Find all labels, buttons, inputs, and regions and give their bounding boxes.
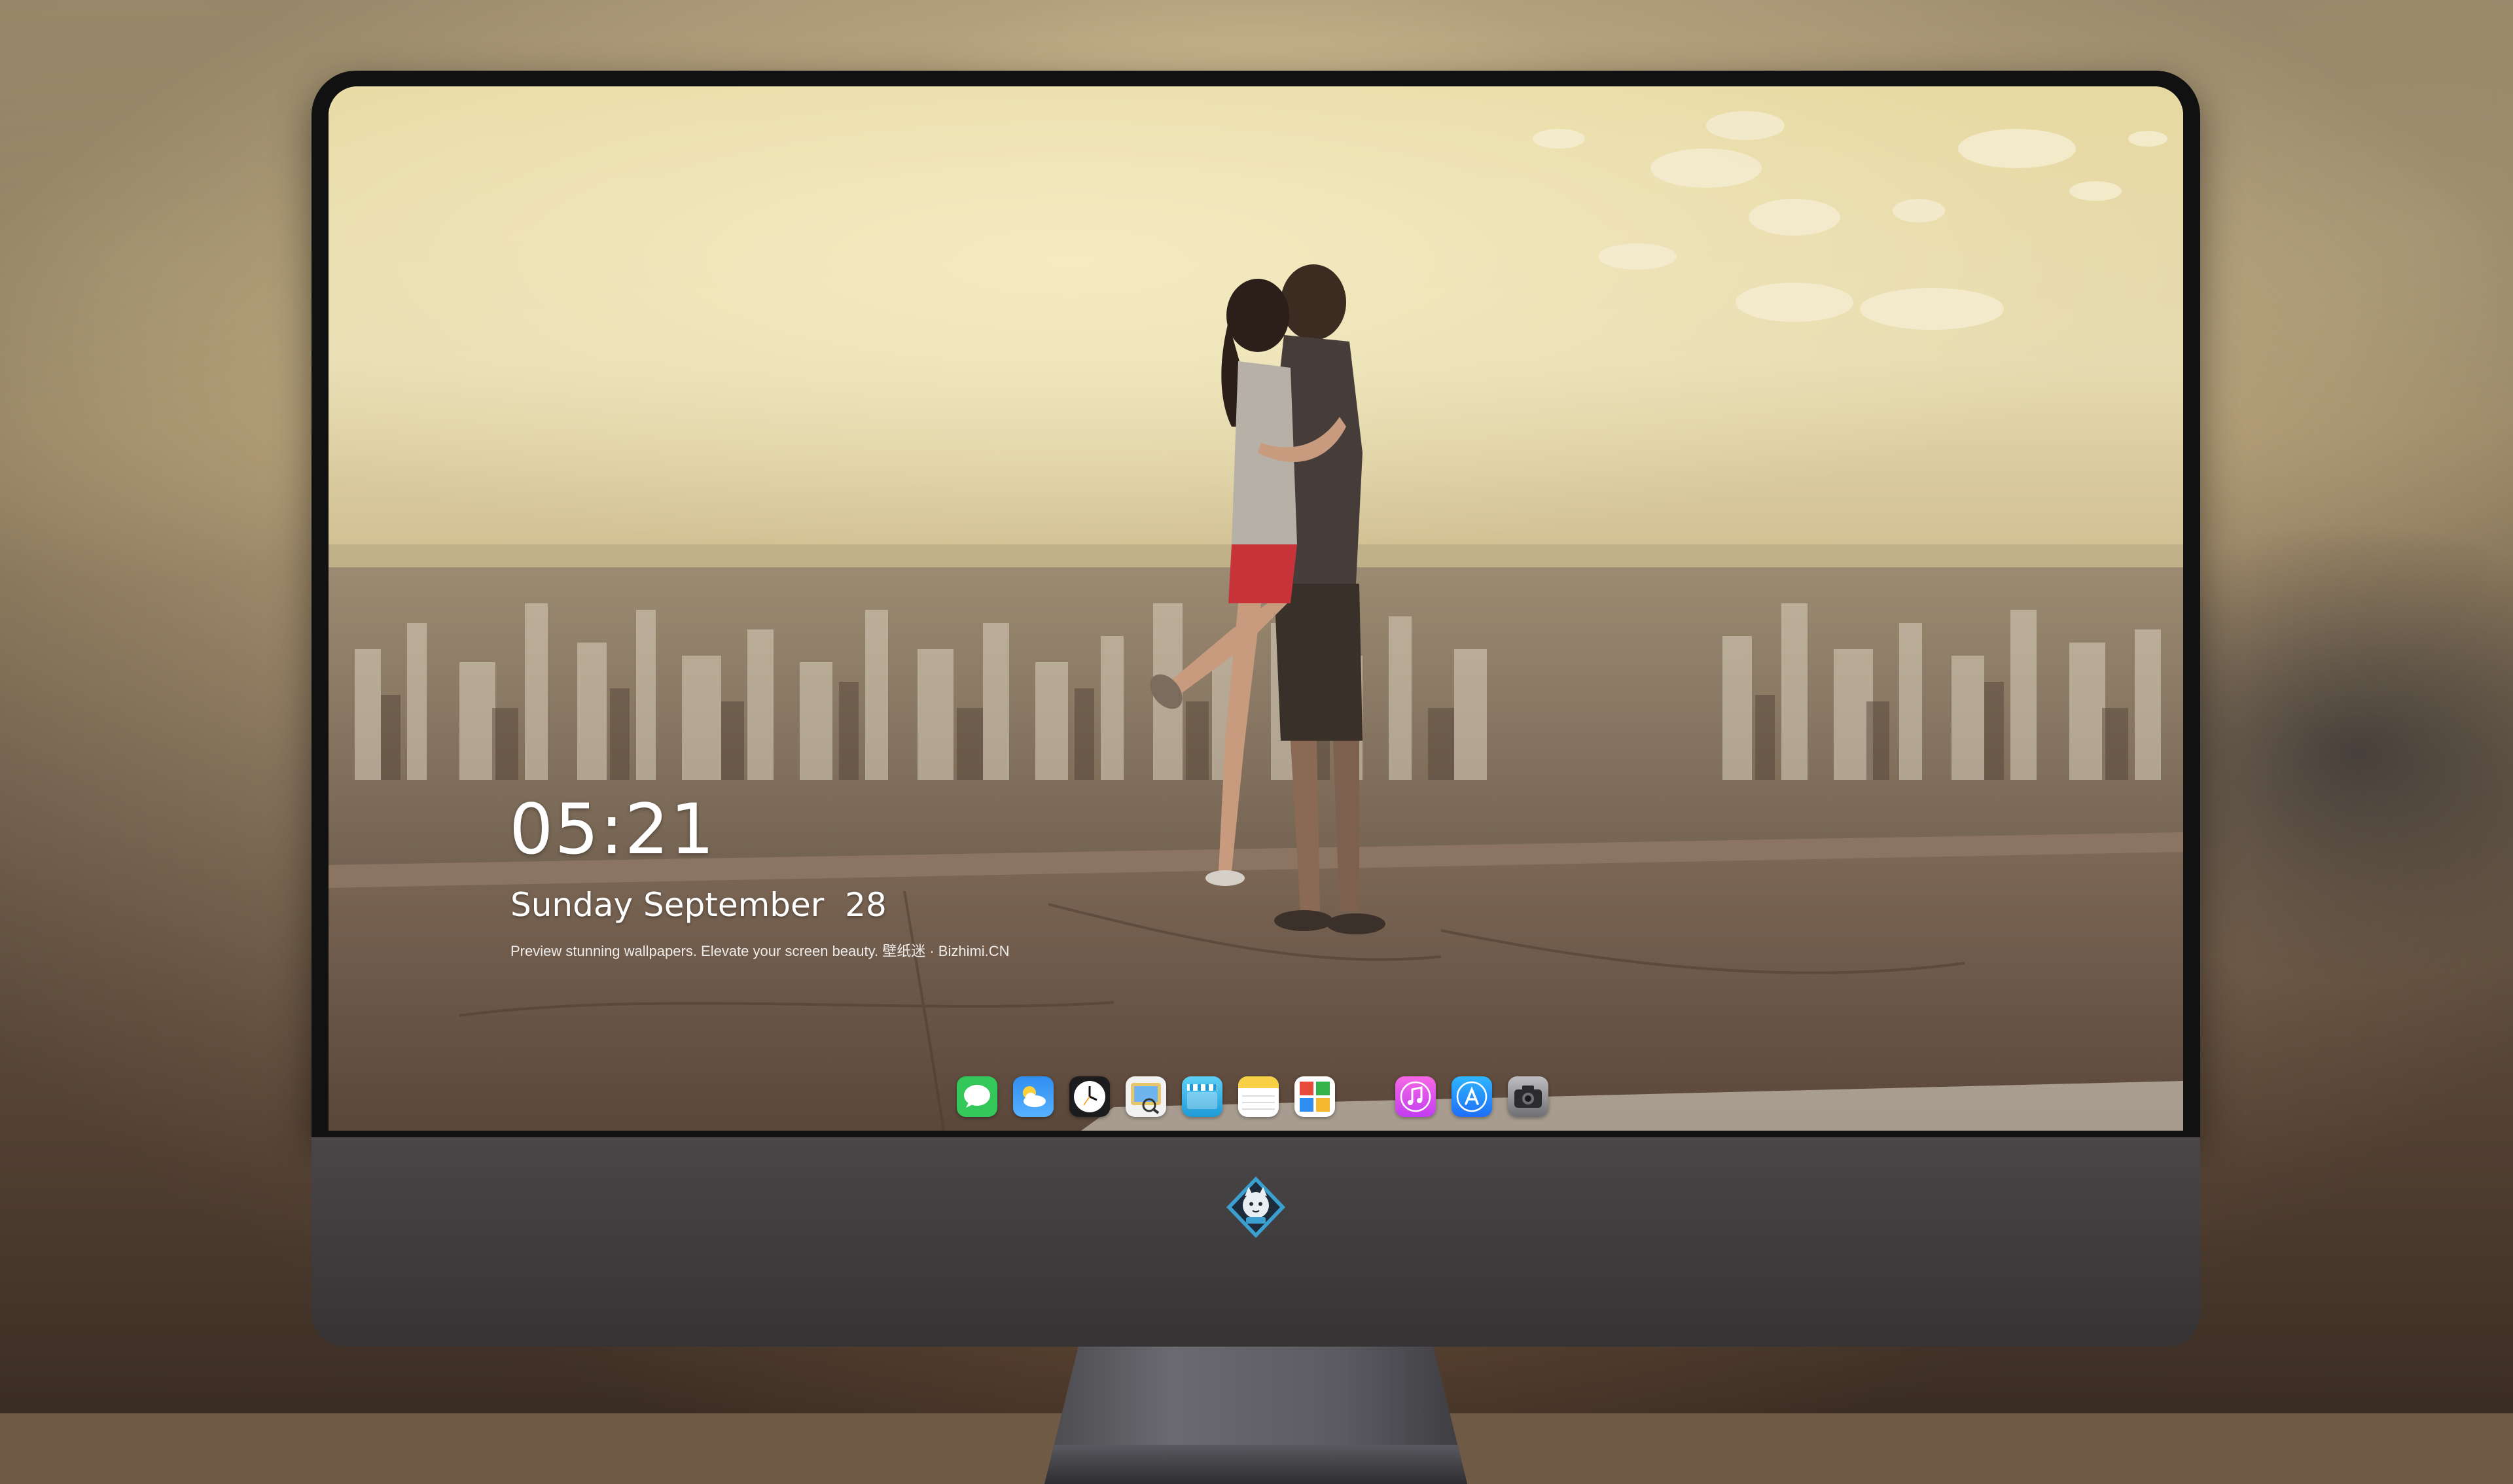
desktop-screen: 05:21 Sunday September 28 Preview stunni…	[329, 86, 2183, 1131]
music-icon[interactable]	[1395, 1076, 1436, 1117]
lockscreen-time: 05:21	[509, 789, 716, 870]
wallpaper-couple-city	[329, 86, 2183, 1131]
preview-icon[interactable]	[1126, 1076, 1166, 1117]
lockscreen-date: Sunday September 28	[510, 886, 887, 924]
imac-monitor: 05:21 Sunday September 28 Preview stunni…	[312, 71, 2200, 1484]
camera-icon[interactable]	[1508, 1076, 1548, 1117]
clips-icon[interactable]	[1182, 1076, 1222, 1117]
photo-booth-icon[interactable]	[1294, 1076, 1335, 1117]
monitor-bezel: 05:21 Sunday September 28 Preview stunni…	[312, 71, 2200, 1137]
clock-icon[interactable]	[1069, 1076, 1110, 1117]
notes-icon[interactable]	[1238, 1076, 1279, 1117]
weather-icon[interactable]	[1013, 1076, 1054, 1117]
monitor-chin	[312, 1137, 2200, 1347]
tiger-badge-icon	[1226, 1176, 1285, 1238]
monitor-stand	[1044, 1347, 1467, 1484]
app-store-icon[interactable]	[1452, 1076, 1492, 1117]
wallpaper-caption: Preview stunning wallpapers. Elevate you…	[510, 943, 1010, 959]
app-dock	[957, 1073, 1548, 1120]
messages-icon[interactable]	[957, 1076, 997, 1117]
